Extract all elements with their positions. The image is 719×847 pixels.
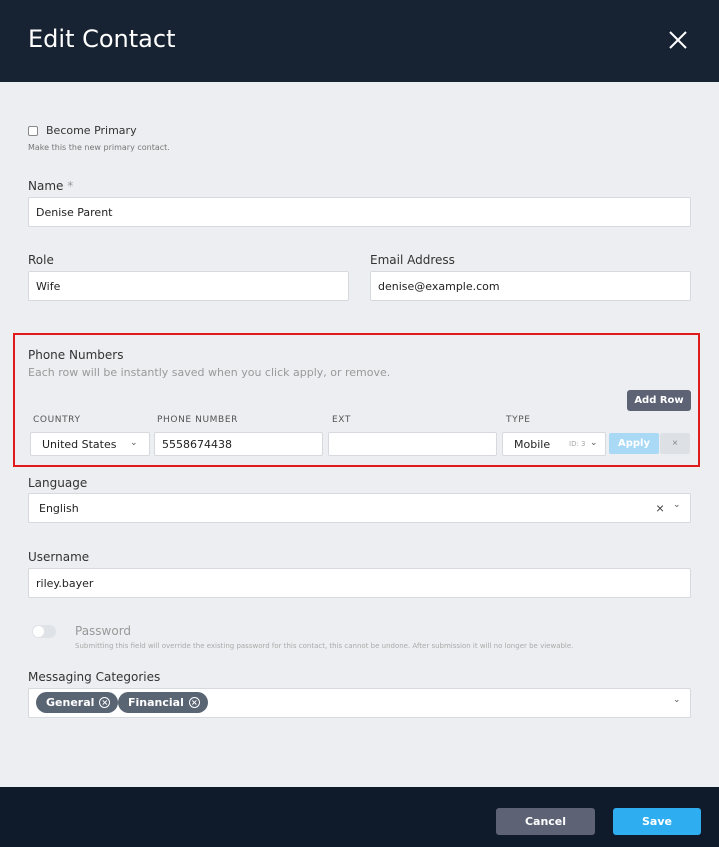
save-button[interactable]: Save — [613, 808, 701, 835]
username-input[interactable]: riley.bayer — [28, 568, 691, 598]
chevron-down-icon: ⌄ — [130, 437, 138, 447]
chip-label: Financial — [128, 696, 184, 709]
type-value: Mobile — [514, 437, 551, 451]
column-header-phone: PHONE NUMBER — [157, 415, 238, 425]
column-header-country: COUNTRY — [33, 415, 81, 425]
username-label: Username — [28, 550, 90, 564]
role-input[interactable]: Wife — [28, 271, 349, 301]
remove-row-button[interactable]: × — [660, 433, 690, 454]
name-label: Name * — [28, 179, 74, 193]
chip-remove-icon[interactable]: × — [188, 697, 200, 708]
language-value: English — [39, 501, 79, 515]
cancel-button[interactable]: Cancel — [496, 808, 595, 835]
phone-numbers-title: Phone Numbers — [28, 348, 124, 362]
chevron-down-icon: ⌄ — [590, 437, 598, 447]
phone-numbers-hint: Each row will be instantly saved when yo… — [28, 366, 391, 379]
chevron-down-icon[interactable]: ⌄ — [673, 694, 681, 705]
toggle-knob — [33, 626, 44, 637]
ext-input[interactable] — [328, 432, 497, 456]
modal-header: Edit Contact — [0, 0, 719, 82]
add-row-button[interactable]: Add Row — [627, 390, 691, 411]
type-id-label: ID: 3 — [569, 440, 586, 448]
password-hint: Submitting this field will override the … — [75, 642, 574, 650]
password-toggle[interactable] — [32, 625, 56, 638]
category-chip-general: General × — [36, 692, 119, 713]
column-header-ext: EXT — [332, 415, 351, 425]
column-header-type: TYPE — [506, 415, 531, 425]
modal-title: Edit Contact — [28, 25, 176, 53]
language-select[interactable]: English — [28, 493, 691, 523]
chevron-down-icon[interactable]: ⌄ — [673, 499, 681, 510]
modal-footer — [0, 787, 719, 847]
email-input[interactable]: denise@example.com — [370, 271, 691, 301]
messaging-categories-label: Messaging Categories — [28, 670, 161, 684]
phone-number-input[interactable]: 5558674438 — [154, 432, 323, 456]
email-label: Email Address — [370, 253, 455, 267]
chip-remove-icon[interactable]: × — [99, 697, 111, 708]
role-label: Role — [28, 253, 54, 267]
become-primary-hint: Make this the new primary contact. — [28, 143, 170, 152]
password-label: Password — [75, 624, 132, 638]
clear-icon[interactable]: × — [656, 500, 664, 516]
chip-label: General — [46, 696, 95, 709]
country-value: United States — [42, 437, 117, 451]
language-label: Language — [28, 476, 88, 490]
category-chip-financial: Financial × — [118, 692, 208, 713]
close-icon[interactable] — [666, 28, 690, 52]
become-primary-label: Become Primary — [46, 124, 137, 137]
become-primary-checkbox[interactable] — [28, 126, 38, 136]
apply-button[interactable]: Apply — [609, 433, 659, 454]
name-input[interactable]: Denise Parent — [28, 197, 691, 227]
